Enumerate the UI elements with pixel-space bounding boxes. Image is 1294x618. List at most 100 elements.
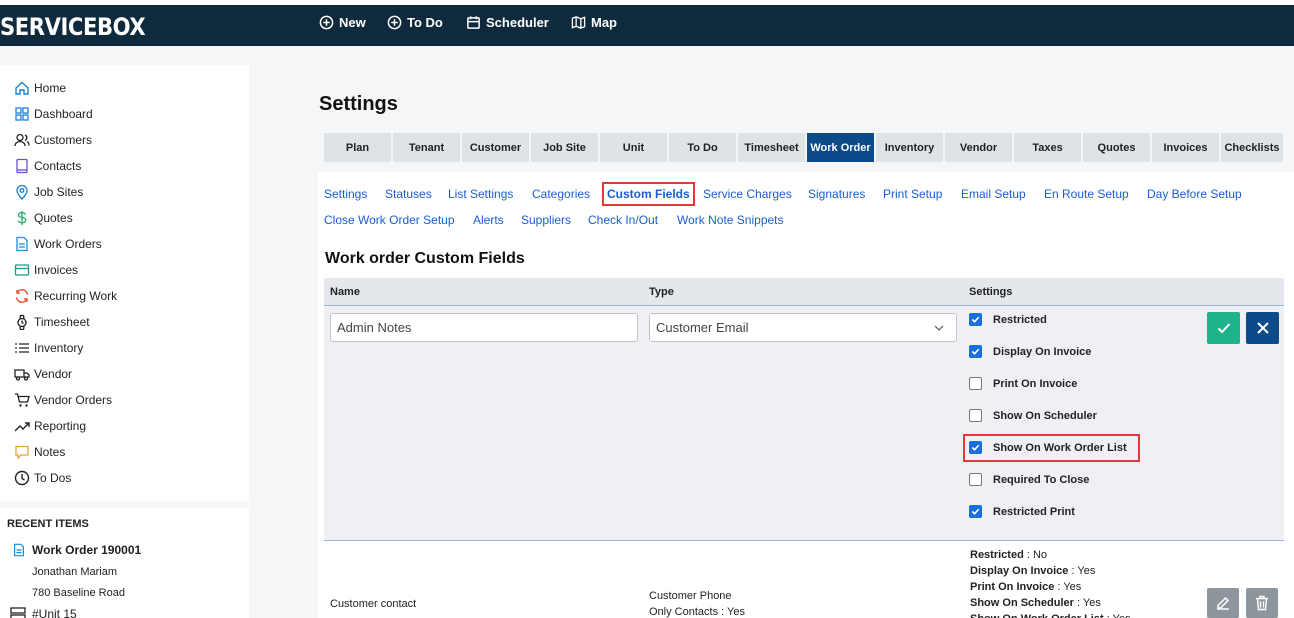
- checkbox[interactable]: [969, 377, 982, 390]
- checkbox[interactable]: [969, 345, 982, 358]
- sidebar-item-contacts[interactable]: Contacts: [14, 157, 81, 175]
- option-required-to-close[interactable]: Required To Close: [969, 473, 1089, 486]
- sidebar-item-quotes[interactable]: Quotes: [14, 209, 73, 227]
- check-icon: [1217, 323, 1230, 334]
- tab-customer[interactable]: Customer: [462, 133, 529, 162]
- sublink-settings[interactable]: Settings: [324, 187, 367, 201]
- confirm-button[interactable]: [1207, 312, 1240, 344]
- tab-taxes[interactable]: Taxes: [1014, 133, 1081, 162]
- sublink-custom-fields[interactable]: Custom Fields: [602, 182, 695, 206]
- sidebar-item-job-sites[interactable]: Job Sites: [14, 183, 83, 201]
- tab-job-site[interactable]: Job Site: [531, 133, 598, 162]
- sidebar-item-inventory[interactable]: Inventory: [14, 339, 83, 357]
- sidebar-item-vendor-orders[interactable]: Vendor Orders: [14, 391, 112, 409]
- sublink-alerts[interactable]: Alerts: [473, 213, 504, 227]
- sublink-email-setup[interactable]: Email Setup: [961, 187, 1026, 201]
- calendar-icon: [467, 16, 480, 29]
- cancel-button[interactable]: [1246, 312, 1279, 344]
- checkbox[interactable]: [969, 473, 982, 486]
- sublink-categories[interactable]: Categories: [532, 187, 590, 201]
- sidebar-item-reporting[interactable]: Reporting: [14, 417, 86, 435]
- edit-button[interactable]: [1207, 588, 1239, 618]
- sidebar-item-label: Timesheet: [34, 315, 90, 329]
- sublink-day-before-setup[interactable]: Day Before Setup: [1147, 187, 1242, 201]
- tab-quotes[interactable]: Quotes: [1083, 133, 1150, 162]
- recent-work-order[interactable]: Work Order 190001: [12, 543, 141, 557]
- sublink-work-note-snippets[interactable]: Work Note Snippets: [677, 213, 784, 227]
- sidebar-item-timesheet[interactable]: Timesheet: [14, 313, 90, 331]
- header-settings: Settings: [969, 286, 1013, 298]
- sublink-signatures[interactable]: Signatures: [808, 187, 865, 201]
- page-title: Settings: [319, 93, 398, 115]
- option-restricted[interactable]: Restricted: [969, 313, 1047, 326]
- setting-key: Print On Invoice: [970, 581, 1055, 593]
- option-print-on-invoice[interactable]: Print On Invoice: [969, 377, 1077, 390]
- setting-value: : Yes: [1068, 565, 1096, 577]
- sublink-print-setup[interactable]: Print Setup: [883, 187, 942, 201]
- tab-invoices[interactable]: Invoices: [1152, 133, 1219, 162]
- tab-tenant[interactable]: Tenant: [393, 133, 460, 162]
- tab-plan[interactable]: Plan: [324, 133, 391, 162]
- name-input[interactable]: Admin Notes: [330, 313, 638, 342]
- option-restricted-print[interactable]: Restricted Print: [969, 505, 1075, 518]
- row-setting: Restricted : No: [970, 549, 1047, 561]
- section-title: Work order Custom Fields: [325, 250, 525, 267]
- sidebar-item-home[interactable]: Home: [14, 79, 66, 97]
- watch-icon: [17, 314, 27, 330]
- sidebar-item-dashboard[interactable]: Dashboard: [14, 105, 93, 123]
- sidebar-item-vendor[interactable]: Vendor: [14, 365, 72, 383]
- recent-unit[interactable]: #Unit 15: [10, 607, 77, 618]
- sublink-close-work-order-setup[interactable]: Close Work Order Setup: [324, 213, 455, 227]
- tab-inventory[interactable]: Inventory: [876, 133, 943, 162]
- sidebar-item-label: Inventory: [34, 341, 84, 355]
- checkbox[interactable]: [969, 313, 982, 326]
- tab-checklists[interactable]: Checklists: [1221, 133, 1283, 162]
- brand-logo[interactable]: SERVICEBOX: [0, 13, 146, 41]
- tab-timesheet[interactable]: Timesheet: [738, 133, 805, 162]
- sidebar-item-work-orders[interactable]: Work Orders: [14, 235, 102, 253]
- tab-vendor[interactable]: Vendor: [945, 133, 1012, 162]
- delete-button[interactable]: [1246, 588, 1278, 618]
- sublink-suppliers[interactable]: Suppliers: [521, 213, 571, 227]
- sublink-en-route-setup[interactable]: En Route Setup: [1044, 187, 1129, 201]
- topnav-scheduler[interactable]: Scheduler: [466, 15, 549, 30]
- sublink-list-settings[interactable]: List Settings: [448, 187, 513, 201]
- document-icon: [14, 543, 24, 557]
- close-icon: [1256, 322, 1269, 334]
- sidebar-item-recurring-work[interactable]: Recurring Work: [14, 287, 117, 305]
- sidebar-item-label: Reporting: [34, 419, 87, 433]
- option-show-on-scheduler[interactable]: Show On Scheduler: [969, 409, 1097, 422]
- checkbox[interactable]: [969, 505, 982, 518]
- checkbox[interactable]: [969, 409, 982, 422]
- top-navbar: SERVICEBOX New To Do Scheduler Map: [0, 5, 1294, 46]
- truck-icon: [14, 369, 30, 381]
- sidebar-item-customers[interactable]: Customers: [14, 131, 92, 149]
- sidebar-item-to-dos[interactable]: To Dos: [14, 469, 71, 487]
- clock-icon: [14, 470, 30, 486]
- sublink-check-in-out[interactable]: Check In/Out: [588, 213, 658, 227]
- list-icon: [15, 343, 29, 353]
- sidebar-item-invoices[interactable]: Invoices: [14, 261, 78, 279]
- topnav-new[interactable]: New: [319, 15, 366, 30]
- sidebar-item-label: Invoices: [34, 263, 79, 277]
- topnav-map[interactable]: Map: [571, 15, 617, 30]
- sublink-statuses[interactable]: Statuses: [385, 187, 432, 201]
- recent-items-title: RECENT ITEMS: [7, 518, 89, 530]
- sidebar-item-label: Job Sites: [34, 185, 84, 199]
- tab-to-do[interactable]: To Do: [669, 133, 736, 162]
- sublink-service-charges[interactable]: Service Charges: [703, 187, 792, 201]
- location-pin-icon: [16, 184, 28, 200]
- tab-unit[interactable]: Unit: [600, 133, 667, 162]
- type-select[interactable]: Customer Email: [649, 313, 957, 342]
- option-display-on-invoice[interactable]: Display On Invoice: [969, 345, 1091, 358]
- tab-work-order[interactable]: Work Order: [807, 133, 874, 162]
- option-label: Required To Close: [993, 473, 1090, 486]
- topnav-todo[interactable]: To Do: [387, 15, 443, 30]
- refresh-icon: [15, 288, 29, 304]
- sidebar-item-label: Dashboard: [34, 107, 93, 121]
- document-icon: [16, 236, 28, 252]
- plus-circle-icon: [319, 15, 334, 30]
- sidebar-item-notes[interactable]: Notes: [14, 443, 65, 461]
- plus-circle-icon: [387, 15, 402, 30]
- chevron-down-icon: [934, 325, 944, 331]
